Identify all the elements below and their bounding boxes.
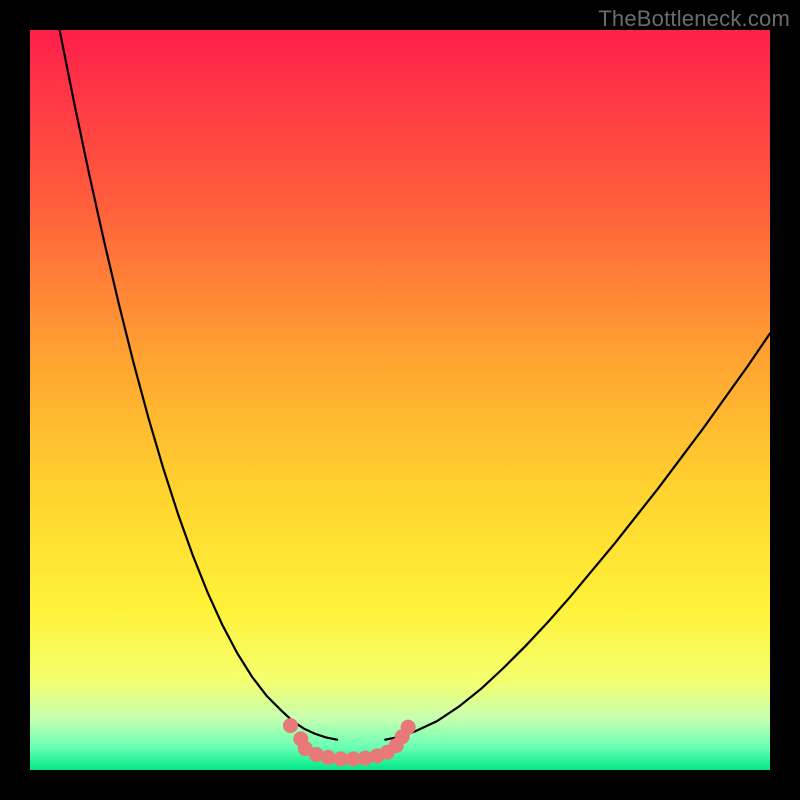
watermark-text: TheBottleneck.com [598,6,790,32]
chart-svg [30,30,770,770]
chart-stage: TheBottleneck.com [0,0,800,800]
trough-dot [283,718,298,733]
plot-area [30,30,770,770]
trough-dot [401,720,416,735]
gradient-background [30,30,770,770]
